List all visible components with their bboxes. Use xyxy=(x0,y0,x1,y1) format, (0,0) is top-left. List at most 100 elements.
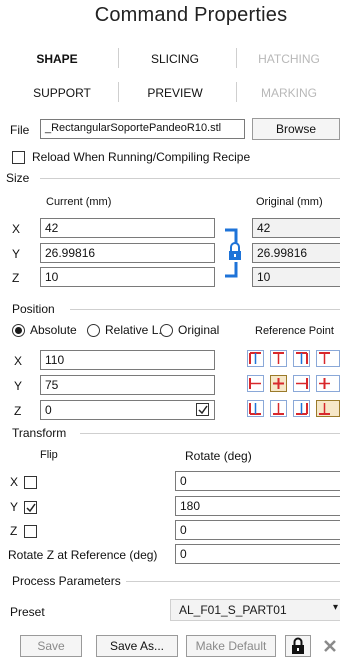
rotate-z-field[interactable]: 0 xyxy=(175,520,340,540)
ref-center-icon xyxy=(273,378,284,389)
file-label: File xyxy=(10,123,30,137)
file-path-field[interactable]: _RectangularSoportePandeoR10.stl xyxy=(40,119,245,139)
checkmark-icon xyxy=(198,405,208,415)
size-original-x-field: 42 xyxy=(252,218,340,238)
tab-separator xyxy=(236,82,237,102)
browse-button[interactable]: Browse xyxy=(252,118,340,140)
rotate-y-field[interactable]: 180 xyxy=(175,496,340,516)
tab-shape[interactable]: SHAPE xyxy=(22,52,92,66)
transform-axis-y: Y xyxy=(10,500,19,514)
position-z-field[interactable]: 0 xyxy=(40,400,215,420)
original-label: Original xyxy=(178,323,220,337)
size-original-z-field: 10 xyxy=(252,267,340,287)
tab-hatching[interactable]: HATCHING xyxy=(254,52,324,66)
position-z-checkbox[interactable] xyxy=(196,403,209,416)
reload-label: Reload When Running/Compiling Recipe xyxy=(32,150,251,164)
chevron-down-icon: ▾ xyxy=(333,602,339,613)
make-default-button[interactable]: Make Default xyxy=(186,635,276,657)
ref-corner-icon xyxy=(296,352,308,364)
ref-edge-icon xyxy=(319,352,330,364)
proportional-lock-button[interactable] xyxy=(222,218,248,288)
rotate-header: Rotate (deg) xyxy=(185,449,252,463)
tab-separator xyxy=(236,48,237,68)
size-current-x-field[interactable]: 42 xyxy=(40,218,215,238)
position-axis-z: Z xyxy=(14,404,22,418)
ref-edge-icon xyxy=(319,378,330,389)
save-as-button[interactable]: Save As... xyxy=(96,635,178,657)
rotate-reference-label: Rotate Z at Reference (deg) xyxy=(8,548,158,562)
preset-label: Preset xyxy=(10,605,45,619)
tab-slicing[interactable]: SLICING xyxy=(140,52,210,66)
rotate-reference-field[interactable]: 0 xyxy=(175,544,340,564)
lock-icon xyxy=(229,242,241,260)
ref-bottom-center[interactable] xyxy=(270,400,287,417)
position-axis-x: X xyxy=(14,354,23,368)
lock-icon xyxy=(292,637,304,654)
ref-bottom-left[interactable] xyxy=(247,400,264,417)
ref-corner-icon xyxy=(249,352,261,364)
size-current-y-field[interactable]: 26.99816 xyxy=(40,243,215,263)
preset-select[interactable]: AL_F01_S_PART01 ▾ xyxy=(170,599,340,621)
ref-top-extra[interactable] xyxy=(316,350,340,367)
ref-top-right[interactable] xyxy=(293,350,310,367)
ref-middle-left[interactable] xyxy=(247,375,264,392)
size-current-z-field[interactable]: 10 xyxy=(40,267,215,287)
ref-edge-icon xyxy=(273,352,284,364)
reference-point-label: Reference Point xyxy=(255,325,334,337)
size-axis-z: Z xyxy=(12,271,20,285)
tab-support[interactable]: SUPPORT xyxy=(22,86,102,100)
relative-radio[interactable] xyxy=(87,324,100,337)
absolute-label: Absolute xyxy=(30,323,77,337)
size-header: Size xyxy=(6,171,34,185)
size-original-header: Original (mm) xyxy=(256,196,323,208)
ref-middle-right[interactable] xyxy=(293,375,310,392)
size-axis-y: Y xyxy=(12,247,21,261)
panel-title: Command Properties xyxy=(94,4,288,26)
size-group-line xyxy=(40,178,340,179)
tab-preview[interactable]: PREVIEW xyxy=(140,86,210,100)
position-group-line xyxy=(70,309,340,310)
rotate-x-field[interactable]: 0 xyxy=(175,471,340,491)
flip-x-checkbox[interactable] xyxy=(24,476,37,489)
tab-separator xyxy=(118,82,119,102)
original-radio[interactable] xyxy=(160,324,173,337)
size-axis-x: X xyxy=(12,222,21,236)
tab-marking[interactable]: MARKING xyxy=(254,86,324,100)
flip-header: Flip xyxy=(40,449,58,461)
checkmark-icon xyxy=(26,503,36,513)
transform-axis-z: Z xyxy=(10,524,18,538)
relative-label[interactable]: Relative L.▾ xyxy=(105,323,168,337)
ref-corner-icon xyxy=(296,403,308,415)
preset-value: AL_F01_S_PART01 xyxy=(179,603,287,617)
position-axis-y: Y xyxy=(14,379,23,393)
transform-axis-x: X xyxy=(10,475,19,489)
transform-header: Transform xyxy=(12,426,71,440)
tab-separator xyxy=(118,48,119,68)
absolute-radio[interactable] xyxy=(12,324,25,337)
process-header: Process Parameters xyxy=(12,574,125,588)
position-header: Position xyxy=(12,302,59,316)
close-icon[interactable] xyxy=(320,636,340,656)
position-x-field[interactable]: 110 xyxy=(40,350,215,370)
transform-group-line xyxy=(80,433,340,434)
ref-middle-extra[interactable] xyxy=(316,375,340,392)
ref-bottom-right[interactable] xyxy=(293,400,310,417)
ref-center[interactable] xyxy=(270,375,287,392)
flip-z-checkbox[interactable] xyxy=(24,525,37,538)
ref-edge-icon xyxy=(296,378,308,389)
size-original-y-field: 26.99816 xyxy=(252,243,340,263)
ref-corner-icon xyxy=(249,403,261,415)
ref-edge-icon xyxy=(273,403,284,415)
ref-bottom-extra[interactable] xyxy=(316,400,340,417)
ref-edge-icon xyxy=(319,403,330,415)
position-y-field[interactable]: 75 xyxy=(40,375,215,395)
size-current-header: Current (mm) xyxy=(46,196,112,208)
process-group-line xyxy=(126,581,340,582)
save-button[interactable]: Save xyxy=(20,635,82,657)
flip-y-checkbox[interactable] xyxy=(24,501,37,514)
ref-edge-icon xyxy=(249,378,261,389)
reload-checkbox[interactable] xyxy=(12,151,25,164)
ref-top-left[interactable] xyxy=(247,350,264,367)
ref-top-center[interactable] xyxy=(270,350,287,367)
lock-button[interactable] xyxy=(285,635,311,657)
